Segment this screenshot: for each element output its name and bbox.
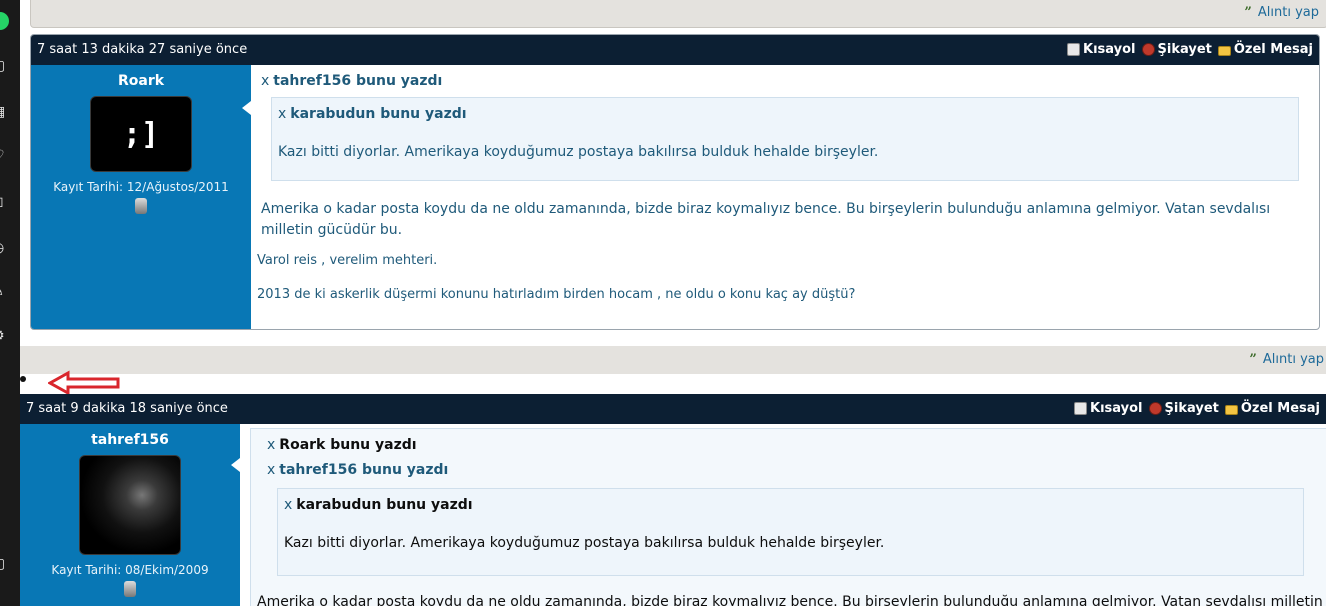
username[interactable]: Roark (31, 73, 251, 89)
collapse-quote-icon[interactable]: x (267, 437, 275, 453)
pen-icon[interactable]: ✎ (0, 284, 8, 300)
nested-quote: x karabudun bunu yazdı Kazı bitti diyorla… (277, 488, 1304, 576)
apps-icon[interactable]: ▦ (0, 104, 8, 120)
shortcut-button[interactable]: Kısayol (1074, 401, 1143, 416)
post-content: x tahref156 bunu yazdı x karabudun bunu ya… (251, 65, 1319, 329)
forum-thread: ” Alıntı yap 7 saat 13 dakika 27 saniye ö… (20, 0, 1326, 606)
quote-icon: ” (1244, 5, 1252, 20)
avatar[interactable] (79, 455, 181, 555)
quote-text: Amerika o kadar posta koydu da ne oldu z… (261, 201, 1271, 238)
post-actions: Kısayol Şikayet Özel Mesaj (1074, 401, 1320, 416)
quote-text: Kazı bitti diyorlar. Amerikaya koyduğumu… (278, 144, 879, 160)
rank-badge-icon (135, 198, 147, 214)
post-footer: ” Alıntı yap (30, 0, 1326, 28)
whatsapp-icon[interactable] (0, 12, 9, 30)
post-header: 7 saat 9 dakika 18 saniye önce Kısayol Ş… (20, 394, 1326, 424)
warning-icon (1148, 402, 1162, 415)
private-message-button[interactable]: Özel Mesaj (1217, 42, 1313, 57)
username[interactable]: tahref156 (20, 432, 240, 448)
quote-author: x tahref156 bunu yazdı (261, 73, 443, 89)
collapse-quote-icon[interactable]: x (278, 106, 286, 122)
square-icon[interactable]: ▢ (0, 556, 8, 572)
post-timestamp: 7 saat 13 dakika 27 saniye önce (37, 42, 248, 57)
quote-author: x tahref156 bunu yazdı (267, 462, 449, 478)
settings-icon[interactable]: ⚙ (0, 328, 8, 344)
post-actions: Kısayol Şikayet Özel Mesaj (1067, 42, 1313, 57)
list-bullet (20, 376, 26, 382)
quote-text: Kazı bitti diyorlar. Amerikaya koyduğumu… (284, 535, 885, 551)
private-message-button[interactable]: Özel Mesaj (1224, 401, 1320, 416)
quote-button[interactable]: ” Alıntı yap (1249, 352, 1324, 367)
quote-block: x Roark bunu yazdı x tahref156 bunu yazdı … (250, 428, 1326, 606)
report-button[interactable]: Şikayet (1148, 401, 1219, 416)
shortcut-icon (1074, 402, 1087, 415)
quote-author: x karabudun bunu yazdı (278, 106, 467, 122)
mail-icon (1217, 45, 1231, 56)
left-arrow-annotation (48, 370, 120, 396)
avatar[interactable]: ;] (90, 96, 192, 172)
post-timestamp: 7 saat 9 dakika 18 saniye önce (26, 401, 228, 416)
user-panel: tahref156 Kayıt Tarihi: 08/Ekim/2009 (20, 424, 240, 606)
quote-author: x karabudun bunu yazdı (284, 497, 473, 513)
collapse-quote-icon[interactable]: x (284, 497, 292, 513)
nested-quote: x karabudun bunu yazdı Kazı bitti diyorla… (271, 97, 1299, 181)
collapse-quote-icon[interactable]: x (267, 462, 275, 478)
quote-author: x Roark bunu yazdı (267, 437, 417, 453)
quote-button[interactable]: ” Alıntı yap (1244, 5, 1319, 20)
user-panel: Roark ;] Kayıt Tarihi: 12/Ağustos/2011 (31, 65, 251, 329)
mail-icon (1224, 404, 1238, 415)
clock-icon[interactable]: ◷ (0, 240, 8, 256)
app-rail: ▢ ▦ ♡ ◻ ◷ ✎ ⚙ ▢ (0, 0, 20, 606)
cube-icon[interactable]: ◻ (0, 194, 8, 210)
forum-post: 7 saat 9 dakika 18 saniye önce Kısayol Ş… (20, 394, 1326, 606)
quote-text: Amerika o kadar posta koydu da ne oldu z… (257, 594, 1323, 606)
warning-icon (1141, 43, 1155, 56)
post-footer: ” Alıntı yap (20, 346, 1326, 374)
registration-date: Kayıt Tarihi: 08/Ekim/2009 (51, 563, 209, 577)
quote-icon: ” (1249, 352, 1257, 367)
post-text: Varol reis , verelim mehteri. (257, 253, 438, 268)
post-header: 7 saat 13 dakika 27 saniye önce Kısayol … (31, 35, 1319, 65)
heart-icon[interactable]: ♡ (0, 148, 8, 164)
speech-pointer (242, 101, 251, 115)
post-text: 2013 de ki askerlik düşermi konunu hatır… (257, 287, 856, 302)
report-button[interactable]: Şikayet (1141, 42, 1212, 57)
forum-post: 7 saat 13 dakika 27 saniye önce Kısayol … (30, 34, 1320, 330)
collapse-quote-icon[interactable]: x (261, 73, 269, 89)
registration-date: Kayıt Tarihi: 12/Ağustos/2011 (53, 180, 229, 194)
camera-icon[interactable]: ▢ (0, 58, 8, 74)
speech-pointer (231, 458, 240, 472)
shortcut-icon (1067, 43, 1080, 56)
shortcut-button[interactable]: Kısayol (1067, 42, 1136, 57)
rank-badge-icon (124, 581, 136, 597)
